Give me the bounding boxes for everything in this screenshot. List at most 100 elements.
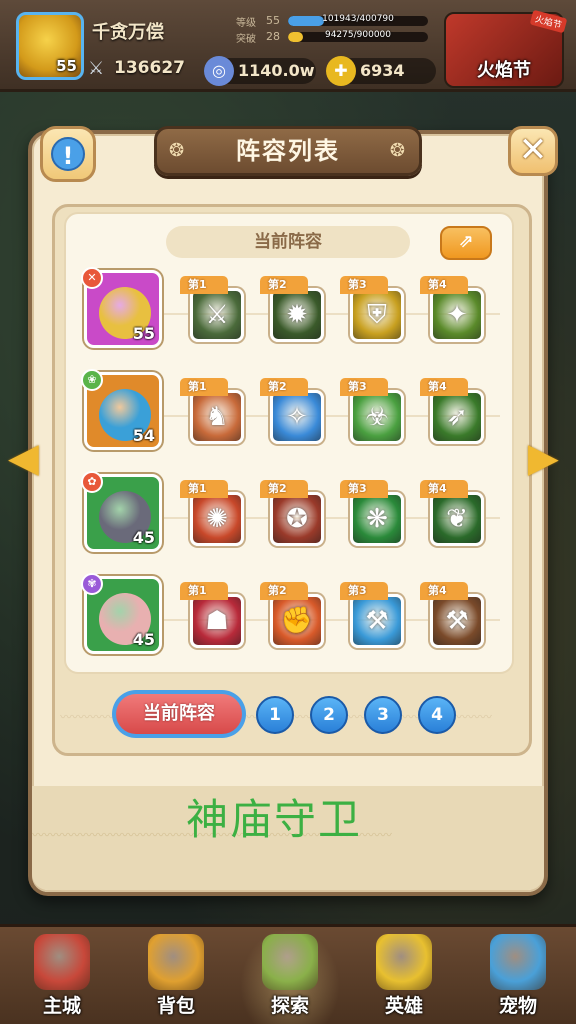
nav-label: 英雄 [384,995,423,1017]
skill-icon-frame: ✪ [270,492,324,546]
nav-icon [262,934,318,990]
skill-icon: ♞ [205,402,229,432]
skill-slot-2[interactable]: ✹ 第2 [260,276,330,346]
arrow-left-icon[interactable]: ◀ [8,436,48,480]
skill-slot-1[interactable]: ☗ 第1 [180,582,250,652]
skill-icon: ✊ [280,606,314,636]
skill-slot-3[interactable]: ⚒ 第3 [340,582,410,652]
skill-slot-2[interactable]: ✊ 第2 [260,582,330,652]
hero-level: 54 [132,426,155,445]
lineup-tab-2[interactable]: 2 [310,696,348,734]
skill-slot-2[interactable]: ✪ 第2 [260,480,330,550]
skill-icon-frame: ✧ [270,390,324,444]
skill-icon: ⚒ [365,606,389,636]
breakthrough-label: 突破 [236,34,256,45]
skill-icon: ❦ [446,504,468,534]
skill-order-tab: 第1 [180,582,228,600]
info-button[interactable]: ! [40,126,96,182]
current-lineup-tab[interactable]: 当前阵容 [112,690,246,738]
info-icon: ! [51,137,85,171]
skill-order-tab: 第1 [180,276,228,294]
breakthrough-value: 28 [266,30,280,43]
hero-portrait[interactable]: ✕ 55 [81,267,162,348]
skill-slot-4[interactable]: ✦ 第4 [420,276,490,346]
skill-icon: ✧ [286,402,308,432]
skill-slot-3[interactable]: ⛨ 第3 [340,276,410,346]
skill-icon-frame: ⚒ [350,594,404,648]
hero-level: 45 [132,528,155,547]
skill-icon-frame: ⚒ [430,594,484,648]
skill-icon: ➶ [446,402,468,432]
temple-guard-banner: 神庙守卫 [185,795,362,844]
skill-slot-4[interactable]: ➶ 第4 [420,378,490,448]
skill-order-tab: 第4 [420,378,468,396]
skill-order-tab: 第3 [340,582,388,600]
gem-currency[interactable]: ◎ 1140.0w [204,56,316,86]
nav-item-2[interactable]: 背包 [126,928,226,1024]
level-exp-text: 101943/400790 [322,14,394,24]
player-level: 55 [56,57,77,75]
lineup-tab-3[interactable]: 3 [364,696,402,734]
skill-slot-3[interactable]: ☣ 第3 [340,378,410,448]
element-badge-icon: ✿ [81,471,103,493]
gold-currency[interactable]: ✚ 6934 [326,56,436,86]
hero-level: 45 [132,630,155,649]
nav-item-3[interactable]: 探索 [240,928,340,1024]
lineup-row: ✕ 55 ⚔ 第1 ✹ 第2 ⛨ 第3 ✦ 第4 [80,267,500,358]
skill-icon-frame: ♞ [190,390,244,444]
nav-label: 背包 [156,995,195,1017]
nav-icon [376,934,432,990]
skill-order-tab: 第2 [260,582,308,600]
skill-icon: ☣ [365,402,389,432]
nav-item-1[interactable]: 主城 [12,928,112,1024]
nav-icon [490,934,546,990]
skill-slot-1[interactable]: ♞ 第1 [180,378,250,448]
element-badge-icon: ✾ [81,573,103,595]
nav-item-5[interactable]: 宠物 [468,928,568,1024]
skill-icon-frame: ❋ [350,492,404,546]
skill-slot-1[interactable]: ✺ 第1 [180,480,250,550]
close-button[interactable]: ✕ [508,126,558,176]
skill-slot-4[interactable]: ❦ 第4 [420,480,490,550]
hero-portrait[interactable]: ✾ 45 [81,573,162,654]
current-lineup-header: 当前阵容 [166,226,410,258]
event-label: 火焰节 [477,60,531,81]
skill-slot-3[interactable]: ❋ 第3 [340,480,410,550]
skill-icon-frame: ☣ [350,390,404,444]
combat-power: 136627 [114,58,185,78]
crossed-swords-icon: ⚔ [88,58,105,79]
nav-item-4[interactable]: 英雄 [354,928,454,1024]
nav-label: 探索 [270,995,309,1017]
lineup-tab-1[interactable]: 1 [256,696,294,734]
player-avatar[interactable]: 55 [16,12,84,80]
hero-level: 55 [132,324,155,343]
dialog-title-text: 阵容列表 [236,137,340,165]
hero-portrait[interactable]: ❀ 54 [81,369,162,450]
dialog-title: ❂ 阵容列表 ❂ [154,126,422,176]
nav-label: 主城 [42,995,81,1017]
level-exp-row: 等级 55 101943/400790 [236,14,432,29]
skill-slot-1[interactable]: ⚔ 第1 [180,276,250,346]
skill-order-tab: 第3 [340,480,388,498]
skill-icon: ✪ [286,504,308,534]
gold-coin-plus-icon: ✚ [326,56,356,86]
lineup-row: ✿ 45 ✺ 第1 ✪ 第2 ❋ 第3 ❦ 第4 [80,471,500,562]
skill-icon-frame: ✦ [430,288,484,342]
skill-order-tab: 第1 [180,378,228,396]
skill-icon: ⚒ [445,606,469,636]
nav-icon [34,934,90,990]
share-button[interactable]: ⇗ [440,226,492,260]
skill-order-tab: 第2 [260,378,308,396]
arrow-right-icon[interactable]: ▶ [528,436,568,480]
skill-slot-2[interactable]: ✧ 第2 [260,378,330,448]
swirl-gem-icon: ◎ [204,56,234,86]
skill-icon: ✹ [286,300,308,330]
lineup-tab-4[interactable]: 4 [418,696,456,734]
nav-icon [148,934,204,990]
skill-icon-frame: ⛨ [350,288,404,342]
skill-slot-4[interactable]: ⚒ 第4 [420,582,490,652]
gem-amount: 1140.0w [238,61,315,80]
fire-festival-event-button[interactable]: 火焰节 火焰节 [444,9,568,88]
hero-portrait[interactable]: ✿ 45 [81,471,162,552]
skill-order-tab: 第2 [260,480,308,498]
